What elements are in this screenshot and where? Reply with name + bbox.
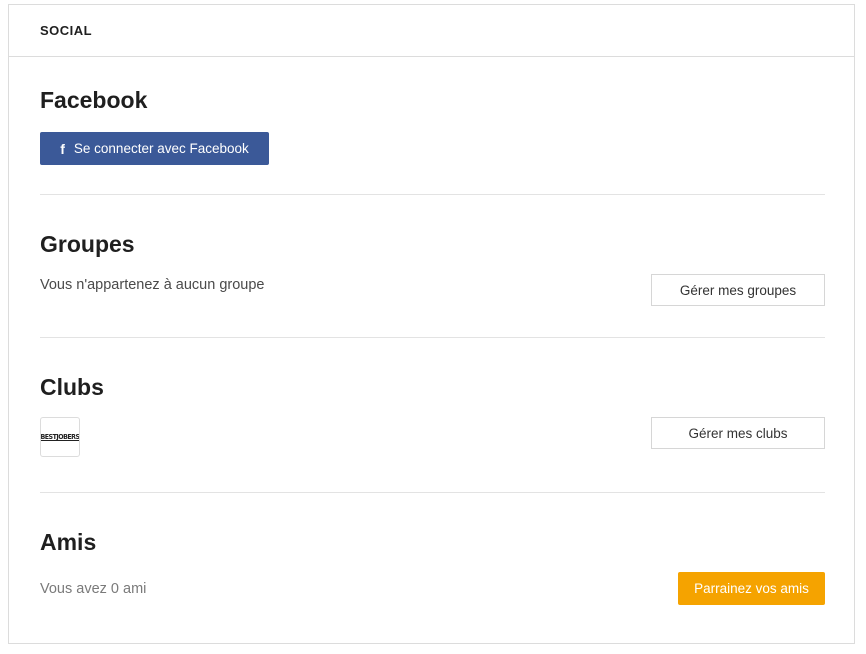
friends-section: Amis Vous avez 0 ami Parrainez vos amis [40,5,825,645]
friends-status-text: Vous avez 0 ami [40,581,147,597]
social-card: SOCIAL Facebook f Se connecter avec Face… [8,4,855,644]
refer-friends-button[interactable]: Parrainez vos amis [678,572,825,605]
friends-title: Amis [40,529,97,555]
